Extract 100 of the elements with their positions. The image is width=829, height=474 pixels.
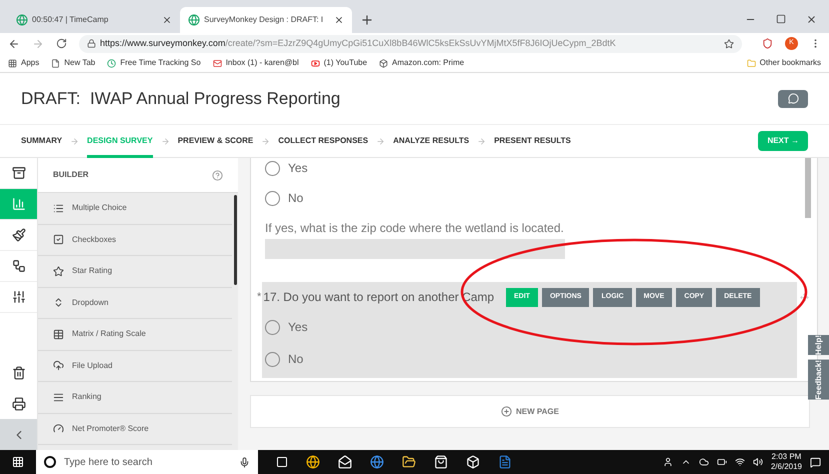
document-icon[interactable] xyxy=(498,455,512,469)
back-icon[interactable] xyxy=(8,38,20,50)
step-tab[interactable]: ANALYZE RESULTS xyxy=(393,124,470,158)
printer-icon[interactable] xyxy=(12,396,26,410)
wifi-icon[interactable] xyxy=(734,457,745,467)
question-type-item[interactable]: File Upload xyxy=(38,350,232,382)
close-icon[interactable] xyxy=(334,15,344,25)
star-icon xyxy=(53,266,64,277)
question-type-item[interactable]: Multiple Choice xyxy=(38,193,232,224)
question-text: If yes, what is the zip code where the wetland is located. xyxy=(265,220,565,237)
clock-time[interactable]: 2:03 PM xyxy=(772,452,802,462)
updown-icon xyxy=(53,297,64,308)
scrollbar-thumb[interactable] xyxy=(805,158,811,218)
notifications-icon[interactable] xyxy=(810,456,821,468)
radio-button[interactable] xyxy=(265,320,280,334)
step-tab[interactable]: COLLECT RESPONSES xyxy=(278,124,368,158)
maximize-icon[interactable] xyxy=(776,14,786,24)
radio-button[interactable] xyxy=(265,160,280,176)
bookmark[interactable]: Inbox (1) - karen@bl xyxy=(212,57,299,69)
box-icon xyxy=(379,58,388,68)
option-label: Yes xyxy=(288,319,308,336)
windows-icon[interactable] xyxy=(12,456,24,468)
grid-icon xyxy=(53,328,64,340)
step-arrow-icon xyxy=(70,136,80,146)
site-icon xyxy=(188,14,200,26)
question-type-item[interactable]: Star Rating xyxy=(38,256,232,288)
gauge-icon xyxy=(53,423,64,434)
extension-icon[interactable] xyxy=(762,38,773,49)
speech-bubble-icon xyxy=(788,93,798,104)
taskbar-search-field[interactable]: Type here to search xyxy=(36,450,258,474)
battery-icon[interactable] xyxy=(716,457,727,467)
lock-icon xyxy=(87,39,96,48)
address-bar[interactable]: https://www.surveymonkey.com/create/?sm=EJzrZ9Q4gUmyCpGi51CuXl8bB46WlC5ksEkSsUvYMjMtX5fF8J6IOjUeCypm_2BdtK xyxy=(79,34,742,52)
bookmark[interactable]: (1) YouTube xyxy=(310,57,368,69)
step-tab[interactable]: PRESENT RESULTS xyxy=(494,124,571,158)
mail-icon xyxy=(212,58,222,68)
tray-icon xyxy=(12,166,26,180)
bookmark-folder[interactable]: Other bookmarks xyxy=(746,57,821,69)
bookmark[interactable]: Free Time Tracking So xyxy=(107,57,201,69)
step-arrow-icon xyxy=(160,136,170,146)
mail-icon[interactable] xyxy=(338,455,352,469)
question-type-item[interactable]: Net Promoter® Score xyxy=(38,414,232,445)
brush-icon xyxy=(12,228,26,242)
close-icon[interactable] xyxy=(162,15,172,25)
new-page-button[interactable]: NEW PAGE xyxy=(250,395,810,428)
globe-icon[interactable] xyxy=(370,455,384,469)
question-type-item[interactable]: Checkboxes xyxy=(38,224,232,256)
step-tab[interactable]: SUMMARY xyxy=(21,124,62,158)
bookmark[interactable]: Amazon.com: Prime xyxy=(379,57,464,69)
side-tab[interactable]: Help! xyxy=(808,335,829,355)
task-view-icon[interactable] xyxy=(276,456,288,468)
comment-button[interactable] xyxy=(778,90,808,108)
clock-date[interactable]: 2/6/2019 xyxy=(770,462,802,472)
question-type-item[interactable]: Matrix / Rating Scale xyxy=(38,319,232,350)
plus-circle-icon xyxy=(501,406,512,417)
step-arrow-icon xyxy=(261,136,270,146)
folder-icon xyxy=(746,58,756,68)
reload-icon[interactable] xyxy=(56,38,67,49)
store-icon[interactable] xyxy=(434,455,448,469)
url-text: https://www.surveymonkey.com/create/?sm=EJzrZ9Q4gUmyCpGi51CuXl8bB46WlC5ksEkSsUvYMjMtX5fF8J6IOjUeCypm_2BdtK xyxy=(100,36,616,50)
answer-field[interactable] xyxy=(265,239,565,259)
clock-icon xyxy=(107,58,116,68)
drag-handle-icon[interactable] xyxy=(800,293,809,302)
help-icon[interactable] xyxy=(212,170,223,180)
microphone-icon[interactable] xyxy=(239,456,250,468)
radio-button[interactable] xyxy=(265,352,280,366)
folder-icon[interactable] xyxy=(402,455,416,469)
sliders-icon xyxy=(12,290,26,304)
bookmark[interactable]: New Tab xyxy=(51,57,96,69)
step-arrow-icon xyxy=(477,136,486,146)
bookmark[interactable]: Apps xyxy=(8,57,40,69)
browser-tab[interactable]: 00:50:47 | TimeCamp xyxy=(8,7,180,33)
trash-icon[interactable] xyxy=(12,366,26,380)
volume-icon[interactable] xyxy=(752,457,763,467)
bar-chart-icon xyxy=(12,197,26,211)
box-icon[interactable] xyxy=(466,455,480,469)
step-arrow-icon xyxy=(376,136,386,146)
option-label: Yes xyxy=(288,160,308,177)
step-tab[interactable]: PREVIEW & SCORE xyxy=(178,124,254,158)
scrollbar-thumb[interactable] xyxy=(234,195,237,285)
list-icon xyxy=(53,202,64,214)
radio-button[interactable] xyxy=(265,190,280,206)
browser-icon[interactable] xyxy=(306,455,320,469)
required-mark: * xyxy=(257,290,262,305)
people-icon[interactable] xyxy=(662,457,673,467)
option-label: No xyxy=(288,351,304,368)
close-icon[interactable] xyxy=(806,14,817,25)
browser-tab[interactable]: SurveyMonkey Design : DRAFT: I xyxy=(180,7,352,33)
panel-title: BUILDER xyxy=(53,169,90,181)
page-icon xyxy=(51,58,60,68)
apps-icon xyxy=(8,58,17,68)
new-tab-icon[interactable] xyxy=(360,13,374,27)
lines-icon xyxy=(53,392,64,403)
star-icon[interactable] xyxy=(724,38,734,48)
question-type-item[interactable]: Dropdown xyxy=(38,288,232,319)
cloud-icon[interactable] xyxy=(698,457,709,467)
side-tab[interactable]: Feedback! xyxy=(808,360,829,400)
question-type-item[interactable]: Ranking xyxy=(38,382,232,414)
cloud-upload-icon xyxy=(53,360,64,372)
survey-title: DRAFT: IWAP Annual Progress Reporting xyxy=(21,88,342,110)
